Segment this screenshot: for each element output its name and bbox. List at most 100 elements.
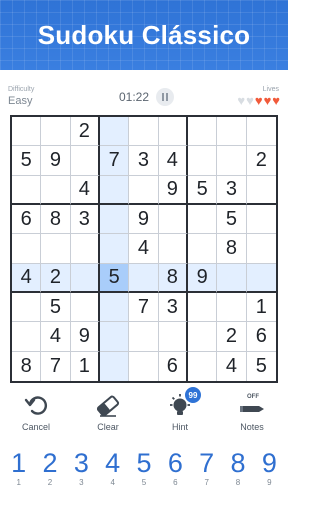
sudoku-cell-r1c4[interactable] bbox=[100, 117, 130, 147]
sudoku-cell-r6c5[interactable] bbox=[129, 263, 159, 293]
sudoku-cell-r8c3[interactable]: 9 bbox=[70, 322, 100, 352]
sudoku-cell-r4c3[interactable]: 3 bbox=[70, 205, 100, 235]
sudoku-cell-r4c7[interactable] bbox=[188, 205, 218, 235]
sudoku-cell-r2c5[interactable]: 3 bbox=[129, 146, 159, 176]
sudoku-cell-r5c9[interactable] bbox=[246, 234, 276, 264]
sudoku-cell-r3c7[interactable]: 5 bbox=[188, 175, 218, 205]
sudoku-cell-r1c2[interactable] bbox=[41, 117, 71, 147]
sudoku-cell-r2c9[interactable]: 2 bbox=[246, 146, 276, 176]
sudoku-cell-r8c7[interactable] bbox=[188, 322, 218, 352]
sudoku-cell-r4c8[interactable]: 5 bbox=[217, 205, 247, 235]
number-key-2[interactable]: 22 bbox=[34, 448, 65, 492]
sudoku-cell-r1c5[interactable] bbox=[129, 117, 159, 147]
number-key-1[interactable]: 11 bbox=[3, 448, 34, 492]
number-key-6[interactable]: 66 bbox=[160, 448, 191, 492]
number-key-8[interactable]: 88 bbox=[222, 448, 253, 492]
sudoku-cell-r9c9[interactable]: 5 bbox=[246, 351, 276, 381]
sudoku-cell-r9c3[interactable]: 1 bbox=[70, 351, 100, 381]
sudoku-cell-r7c2[interactable]: 5 bbox=[41, 293, 71, 323]
sudoku-cell-r1c9[interactable] bbox=[246, 117, 276, 147]
sudoku-cell-r9c5[interactable] bbox=[129, 351, 159, 381]
sudoku-cell-r6c3[interactable] bbox=[70, 263, 100, 293]
sudoku-cell-r7c7[interactable] bbox=[188, 293, 218, 323]
sudoku-cell-r5c3[interactable] bbox=[70, 234, 100, 264]
sudoku-cell-r2c4[interactable]: 7 bbox=[100, 146, 130, 176]
sudoku-cell-r4c2[interactable]: 8 bbox=[41, 205, 71, 235]
sudoku-cell-r2c3[interactable] bbox=[70, 146, 100, 176]
number-key-7[interactable]: 77 bbox=[191, 448, 222, 492]
sudoku-cell-r2c6[interactable]: 4 bbox=[158, 146, 188, 176]
sudoku-cell-r1c1[interactable] bbox=[12, 117, 42, 147]
sudoku-cell-r3c4[interactable] bbox=[100, 175, 130, 205]
sudoku-cell-r1c7[interactable] bbox=[188, 117, 218, 147]
sudoku-cell-r4c4[interactable] bbox=[100, 205, 130, 235]
sudoku-cell-r8c5[interactable] bbox=[129, 322, 159, 352]
tool-bar: Cancel Clear 99 Hint OFF Notes bbox=[0, 386, 288, 436]
sudoku-cell-r1c8[interactable] bbox=[217, 117, 247, 147]
sudoku-cell-r9c8[interactable]: 4 bbox=[217, 351, 247, 381]
sudoku-cell-r4c9[interactable] bbox=[246, 205, 276, 235]
sudoku-cell-r1c3[interactable]: 2 bbox=[70, 117, 100, 147]
sudoku-cell-r8c6[interactable] bbox=[158, 322, 188, 352]
hint-button[interactable]: 99 Hint bbox=[144, 386, 216, 436]
sudoku-cell-r3c2[interactable] bbox=[41, 175, 71, 205]
sudoku-cell-r6c8[interactable] bbox=[217, 263, 247, 293]
sudoku-cell-r7c5[interactable]: 7 bbox=[129, 293, 159, 323]
sudoku-cell-r9c4[interactable] bbox=[100, 351, 130, 381]
hint-count-badge: 99 bbox=[184, 386, 202, 404]
undo-button[interactable]: Cancel bbox=[0, 392, 72, 436]
number-key-digit: 9 bbox=[261, 448, 277, 478]
sudoku-cell-r8c1[interactable] bbox=[12, 322, 42, 352]
sudoku-cell-r8c4[interactable] bbox=[100, 322, 130, 352]
sudoku-cell-r9c7[interactable] bbox=[188, 351, 218, 381]
sudoku-cell-r9c2[interactable]: 7 bbox=[41, 351, 71, 381]
notes-button[interactable]: OFF Notes bbox=[216, 392, 288, 436]
number-key-3[interactable]: 33 bbox=[66, 448, 97, 492]
sudoku-cell-r3c3[interactable]: 4 bbox=[70, 175, 100, 205]
sudoku-cell-r8c9[interactable]: 6 bbox=[246, 322, 276, 352]
sudoku-cell-r9c1[interactable]: 8 bbox=[12, 351, 42, 381]
sudoku-cell-r6c1[interactable]: 4 bbox=[12, 263, 42, 293]
sudoku-cell-r7c9[interactable]: 1 bbox=[246, 293, 276, 323]
sudoku-cell-r6c7[interactable]: 9 bbox=[188, 263, 218, 293]
sudoku-cell-r5c4[interactable] bbox=[100, 234, 130, 264]
pause-button[interactable] bbox=[156, 88, 174, 106]
sudoku-cell-r7c3[interactable] bbox=[70, 293, 100, 323]
sudoku-cell-r2c8[interactable] bbox=[217, 146, 247, 176]
erase-button[interactable]: Clear bbox=[72, 392, 144, 436]
sudoku-cell-r5c7[interactable] bbox=[188, 234, 218, 264]
sudoku-cell-r5c5[interactable]: 4 bbox=[129, 234, 159, 264]
sudoku-cell-r6c6[interactable]: 8 bbox=[158, 263, 188, 293]
sudoku-cell-r3c1[interactable] bbox=[12, 175, 42, 205]
sudoku-cell-r6c4[interactable]: 5 bbox=[100, 263, 130, 293]
sudoku-cell-r3c9[interactable] bbox=[246, 175, 276, 205]
sudoku-cell-r2c2[interactable]: 9 bbox=[41, 146, 71, 176]
sudoku-cell-r5c6[interactable] bbox=[158, 234, 188, 264]
sudoku-cell-r7c1[interactable] bbox=[12, 293, 42, 323]
sudoku-cell-r3c6[interactable]: 9 bbox=[158, 175, 188, 205]
sudoku-cell-r8c2[interactable]: 4 bbox=[41, 322, 71, 352]
sudoku-cell-r7c4[interactable] bbox=[100, 293, 130, 323]
sudoku-cell-r5c1[interactable] bbox=[12, 234, 42, 264]
sudoku-cell-r4c1[interactable]: 6 bbox=[12, 205, 42, 235]
sudoku-cell-r7c8[interactable] bbox=[217, 293, 247, 323]
sudoku-cell-r5c2[interactable] bbox=[41, 234, 71, 264]
sudoku-cell-r3c8[interactable]: 3 bbox=[217, 175, 247, 205]
number-key-9[interactable]: 99 bbox=[254, 448, 285, 492]
sudoku-cell-r1c6[interactable] bbox=[158, 117, 188, 147]
sudoku-cell-r7c6[interactable]: 3 bbox=[158, 293, 188, 323]
sudoku-cell-r3c5[interactable] bbox=[129, 175, 159, 205]
heart-full-icon: ♥ bbox=[272, 93, 280, 108]
sudoku-cell-r2c1[interactable]: 5 bbox=[12, 146, 42, 176]
number-key-4[interactable]: 44 bbox=[97, 448, 128, 492]
number-key-5[interactable]: 55 bbox=[128, 448, 159, 492]
sudoku-cell-r4c6[interactable] bbox=[158, 205, 188, 235]
sudoku-cell-r2c7[interactable] bbox=[188, 146, 218, 176]
undo-icon bbox=[22, 392, 50, 420]
sudoku-cell-r4c5[interactable]: 9 bbox=[129, 205, 159, 235]
sudoku-cell-r8c8[interactable]: 2 bbox=[217, 322, 247, 352]
sudoku-cell-r6c2[interactable]: 2 bbox=[41, 263, 71, 293]
sudoku-cell-r5c8[interactable]: 8 bbox=[217, 234, 247, 264]
sudoku-cell-r9c6[interactable]: 6 bbox=[158, 351, 188, 381]
sudoku-cell-r6c9[interactable] bbox=[246, 263, 276, 293]
